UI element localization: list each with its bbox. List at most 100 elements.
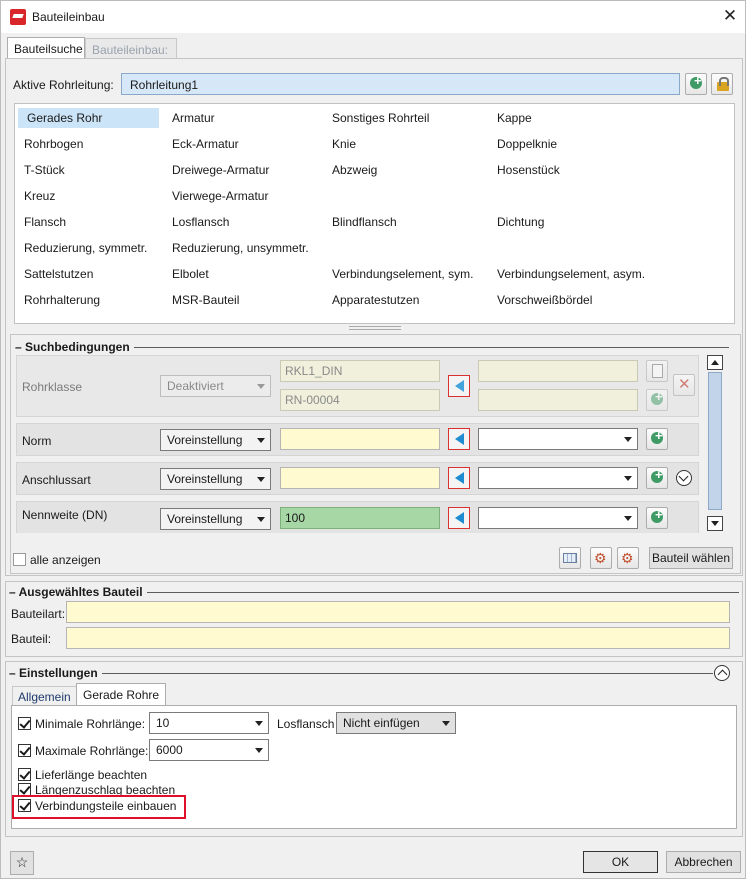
settings-filter-button[interactable]: ⚙ <box>617 547 639 569</box>
transfer-left-button[interactable] <box>448 467 470 489</box>
list-item[interactable]: Vierwege-Armatur <box>163 186 268 206</box>
norm-value-select[interactable] <box>478 428 638 450</box>
tab-gerade-rohre[interactable]: Gerade Rohre <box>76 683 167 706</box>
scroll-up-icon[interactable] <box>707 355 723 370</box>
rohrklasse-field-2: RN-00004 <box>280 389 440 411</box>
anschlussart-value-select[interactable] <box>478 467 638 489</box>
ok-button[interactable]: OK <box>583 851 658 873</box>
nennweite-value-select[interactable] <box>478 507 638 529</box>
tab-allgemein[interactable]: Allgemein <box>12 686 77 706</box>
tab-bauteilsuche[interactable]: Bauteilsuche <box>7 37 85 59</box>
list-item[interactable]: Blindflansch <box>323 212 397 232</box>
anschlussart-field[interactable] <box>280 467 440 489</box>
rohrklasse-label: Rohrklasse <box>22 380 83 394</box>
lock-button[interactable] <box>711 73 733 95</box>
selected-part-title: – Ausgewähltes Bauteil <box>9 585 147 599</box>
min-length-label: Minimale Rohrlänge: <box>35 717 146 731</box>
collapse-icon[interactable] <box>714 665 730 681</box>
rohrklasse-field-1: RKL1_DIN <box>280 360 440 382</box>
list-item[interactable]: Verbindungselement, sym. <box>323 264 473 284</box>
list-item[interactable]: T-Stück <box>15 160 65 180</box>
favorite-button[interactable]: ☆ <box>10 851 34 875</box>
delete-icon: ✕ <box>678 376 691 393</box>
chevron-down-icon <box>257 517 265 522</box>
max-length-checkbox[interactable] <box>18 744 31 757</box>
min-length-select[interactable]: 10 <box>149 712 269 734</box>
list-item[interactable]: Rohrbogen <box>15 134 83 154</box>
list-item[interactable]: Reduzierung, symmetr. <box>15 238 147 258</box>
add-norm-button[interactable] <box>646 428 668 450</box>
add-nennweite-button[interactable] <box>646 507 668 529</box>
dialog-window: Bauteileinbau ✕ Bauteilsuche Bauteileinb… <box>0 0 746 879</box>
show-all-checkbox[interactable] <box>13 553 26 566</box>
losflansch-select[interactable]: Nicht einfügen <box>336 712 456 734</box>
rohrklasse-target-1 <box>478 360 638 382</box>
max-length-value: 6000 <box>156 743 183 757</box>
splitter-handle[interactable] <box>349 326 401 330</box>
list-item[interactable]: Verbindungselement, asym. <box>488 264 645 284</box>
list-item[interactable]: Hosenstück <box>488 160 560 180</box>
min-length-checkbox[interactable] <box>18 717 31 730</box>
list-item[interactable]: Sattelstutzen <box>15 264 93 284</box>
list-item[interactable]: Sonstiges Rohrteil <box>323 108 429 128</box>
add-pipeline-button[interactable] <box>685 73 707 95</box>
chevron-down-icon <box>624 476 632 481</box>
part-type-list: Gerades Rohr Armatur Sonstiges Rohrteil … <box>14 103 735 324</box>
list-item[interactable]: Dichtung <box>488 212 544 232</box>
list-item[interactable]: Abzweig <box>323 160 377 180</box>
grid-icon <box>563 553 577 563</box>
chevron-down-icon <box>624 437 632 442</box>
tab-bauteileinbau[interactable]: Bauteileinbau: <box>85 38 177 58</box>
nennweite-field[interactable]: 100 <box>280 507 440 529</box>
nennweite-label: Nennweite (DN) <box>22 508 108 522</box>
transfer-left-button[interactable] <box>448 428 470 450</box>
part-type-label: Bauteilart: <box>11 607 66 621</box>
list-item[interactable]: Knie <box>323 134 356 154</box>
list-item[interactable]: Gerades Rohr <box>18 108 159 128</box>
scroll-down-icon[interactable] <box>707 516 723 531</box>
settings-title: – Einstellungen <box>9 666 102 680</box>
lock-icon <box>716 77 729 91</box>
lieferlaenge-checkbox[interactable] <box>18 768 31 781</box>
list-item[interactable]: Eck-Armatur <box>163 134 239 154</box>
settings-button[interactable]: ⚙ <box>590 547 612 569</box>
list-item[interactable]: Flansch <box>15 212 66 232</box>
list-item[interactable]: MSR-Bauteil <box>163 290 239 310</box>
window-title: Bauteileinbau <box>32 10 105 24</box>
cancel-button[interactable]: Abbrechen <box>666 851 741 873</box>
conditions-scrollbar[interactable] <box>707 355 723 531</box>
verbindungsteile-checkbox[interactable] <box>18 799 31 812</box>
close-icon[interactable]: ✕ <box>717 5 743 29</box>
grid-button[interactable] <box>559 547 581 569</box>
rohrklasse-target-2 <box>478 389 638 411</box>
list-item[interactable]: Doppelknie <box>488 134 557 154</box>
chevron-down-icon <box>257 438 265 443</box>
transfer-left-button[interactable] <box>448 507 470 529</box>
add-icon <box>651 507 663 523</box>
list-item[interactable]: Vorschweißbördel <box>488 290 592 310</box>
expand-icon[interactable] <box>676 470 692 486</box>
list-item[interactable]: Dreiwege-Armatur <box>163 160 269 180</box>
anschlussart-mode-value: Voreinstellung <box>167 472 243 486</box>
list-item[interactable]: Apparatestutzen <box>323 290 419 310</box>
list-item[interactable]: Kreuz <box>15 186 55 206</box>
anschlussart-mode-select[interactable]: Voreinstellung <box>160 468 271 490</box>
list-item[interactable]: Kappe <box>488 108 532 128</box>
search-conditions-title: – Suchbedingungen <box>15 340 134 354</box>
add-anschlussart-button[interactable] <box>646 467 668 489</box>
max-length-label: Maximale Rohrlänge: <box>35 744 149 758</box>
part-label: Bauteil: <box>11 632 52 646</box>
chevron-down-icon <box>257 477 265 482</box>
list-item[interactable]: Reduzierung, unsymmetr. <box>163 238 309 258</box>
max-length-select[interactable]: 6000 <box>149 739 269 761</box>
list-item[interactable]: Armatur <box>163 108 215 128</box>
choose-part-button[interactable]: Bauteil wählen <box>649 547 733 569</box>
norm-field[interactable] <box>280 428 440 450</box>
pipeline-field[interactable]: Rohrleitung1 <box>121 73 680 95</box>
list-item[interactable]: Elbolet <box>163 264 209 284</box>
list-item[interactable]: Rohrhalterung <box>15 290 100 310</box>
scroll-thumb[interactable] <box>708 372 722 510</box>
nennweite-mode-select[interactable]: Voreinstellung <box>160 508 271 530</box>
norm-mode-select[interactable]: Voreinstellung <box>160 429 271 451</box>
list-item[interactable]: Losflansch <box>163 212 229 232</box>
